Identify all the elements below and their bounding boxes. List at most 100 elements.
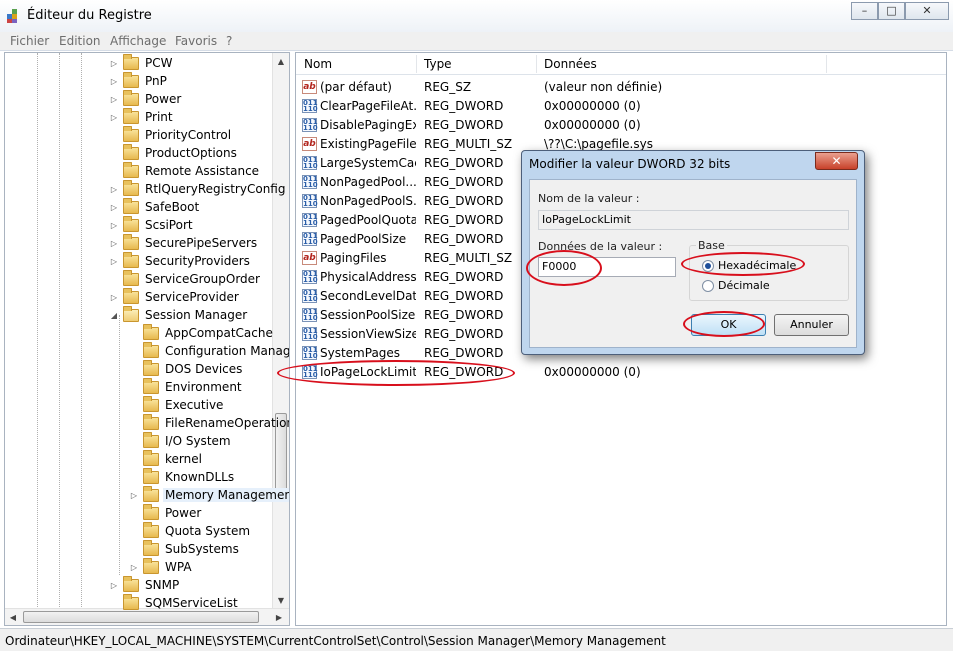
tree-item[interactable]: Environment <box>129 377 244 396</box>
tree-item[interactable]: DOS Devices <box>129 359 244 378</box>
expand-arrow-icon[interactable]: ▷ <box>129 491 139 500</box>
folder-icon <box>143 449 159 466</box>
tree-item[interactable]: PriorityControl <box>109 125 233 144</box>
menu-favoris[interactable]: Favoris <box>175 34 217 48</box>
value-name: NonPagedPoolS... <box>320 194 416 208</box>
expand-arrow-icon[interactable]: ▷ <box>109 221 119 230</box>
registry-value-row[interactable]: 011 110 ClearPageFileAt... REG_DWORD 0x0000… <box>296 97 946 116</box>
registry-value-row[interactable]: ab (par défaut) REG_SZ (valeur non définie) <box>296 78 946 97</box>
registry-tree[interactable]: ▲ ▼ ◀ ▶ ▷ PCW ▷ PnP ▷ Power ▷ Print PriorityCont… <box>4 52 290 626</box>
tree-item[interactable]: ▷ RtlQueryRegistryConfig <box>109 179 287 198</box>
menu-fichier[interactable]: Fichier <box>10 34 49 48</box>
value-name: LargeSystemCac... <box>320 156 416 170</box>
value-type: REG_DWORD <box>424 118 504 132</box>
expand-arrow-icon[interactable]: ▷ <box>109 257 119 266</box>
tree-item-label: ServiceGroupOrder <box>145 272 260 286</box>
tree-item[interactable]: ▷ Power <box>109 89 183 108</box>
expand-arrow-icon[interactable]: ▷ <box>109 95 119 104</box>
annotation-ellipse-ok <box>683 311 765 337</box>
folder-icon <box>143 539 159 556</box>
radio-decimal[interactable]: Décimale <box>702 279 770 292</box>
menu-help[interactable]: ? <box>226 34 232 48</box>
value-name: PhysicalAddress... <box>320 270 416 284</box>
expand-arrow-icon[interactable]: ▷ <box>109 113 119 122</box>
expand-arrow-icon[interactable]: ▷ <box>129 563 139 572</box>
tree-item[interactable]: ◢ Session Manager <box>109 305 249 324</box>
tree-item[interactable]: Executive <box>129 395 225 414</box>
annotation-ellipse-data <box>526 250 602 286</box>
scroll-left-icon[interactable]: ◀ <box>5 609 21 625</box>
registry-path: Ordinateur\HKEY_LOCAL_MACHINE\SYSTEM\Cur… <box>5 634 666 648</box>
folder-icon <box>123 161 139 178</box>
tree-item-label: DOS Devices <box>165 362 243 376</box>
tree-item[interactable]: KnownDLLs <box>129 467 236 486</box>
registry-value-row[interactable]: 011 110DisablePagingEx... REG_DWORD 0x0000… <box>296 116 946 135</box>
expand-arrow-icon[interactable]: ◢ <box>109 311 119 320</box>
value-type: REG_DWORD <box>424 289 504 303</box>
expand-arrow-icon[interactable]: ▷ <box>109 581 119 590</box>
expand-arrow-icon[interactable]: ▷ <box>109 293 119 302</box>
tree-item-label: ProductOptions <box>145 146 237 160</box>
menu-affichage[interactable]: Affichage <box>110 34 166 48</box>
value-name: ClearPageFileAt... <box>320 99 416 113</box>
expand-arrow-icon[interactable]: ▷ <box>109 203 119 212</box>
tree-item[interactable]: ▷ ServiceProvider <box>109 287 241 306</box>
tree-item[interactable]: ▷ Memory Managemen <box>129 485 289 504</box>
tree-item[interactable]: ProductOptions <box>109 143 239 162</box>
tree-hscroll-thumb[interactable] <box>23 611 259 623</box>
tree-item[interactable]: ▷ PnP <box>109 71 169 90</box>
binary-value-icon: 011 110 <box>302 118 318 132</box>
tree-item[interactable]: Power <box>129 503 203 522</box>
tree-item[interactable]: SubSystems <box>129 539 241 558</box>
folder-icon <box>143 359 159 376</box>
tree-item-label: kernel <box>165 452 202 466</box>
tree-item[interactable]: ▷ PCW <box>109 53 174 72</box>
maximize-button[interactable]: □ <box>878 2 905 20</box>
scroll-down-icon[interactable]: ▼ <box>273 592 289 609</box>
value-type: REG_SZ <box>424 80 472 94</box>
tree-item[interactable]: SQMServiceList <box>109 593 240 612</box>
folder-icon <box>123 269 139 286</box>
folder-icon <box>123 593 139 610</box>
expand-arrow-icon[interactable]: ▷ <box>109 77 119 86</box>
column-header-donnees[interactable]: Données <box>544 57 597 71</box>
tree-item[interactable]: Quota System <box>129 521 252 540</box>
tree-item[interactable]: kernel <box>129 449 204 468</box>
tree-item-label: Environment <box>165 380 242 394</box>
tree-item[interactable]: FileRenameOperation <box>129 413 289 432</box>
dialog-close-button[interactable]: ✕ <box>815 152 858 170</box>
tree-item-label: SecurityProviders <box>145 254 250 268</box>
binary-value-icon: 011 110 <box>302 213 318 227</box>
tree-item-label: Power <box>165 506 202 520</box>
tree-guide-line <box>59 53 60 609</box>
minimize-button[interactable]: – <box>851 2 878 20</box>
value-type: REG_DWORD <box>424 213 504 227</box>
tree-item[interactable]: AppCompatCache <box>129 323 275 342</box>
column-header-nom[interactable]: Nom <box>304 57 332 71</box>
folder-icon <box>123 89 139 106</box>
scroll-up-icon[interactable]: ▲ <box>273 53 289 70</box>
tree-item[interactable]: ▷ SecurePipeServers <box>109 233 259 252</box>
tree-item[interactable]: ▷ ScsiPort <box>109 215 195 234</box>
value-name: NonPagedPool... <box>320 175 416 189</box>
expand-arrow-icon[interactable]: ▷ <box>109 59 119 68</box>
tree-item[interactable]: ▷ WPA <box>129 557 194 576</box>
folder-icon <box>123 71 139 88</box>
scroll-right-icon[interactable]: ▶ <box>271 609 287 625</box>
close-window-button[interactable]: ✕ <box>905 2 949 20</box>
tree-item[interactable]: I/O System <box>129 431 233 450</box>
column-header-type[interactable]: Type <box>424 57 452 71</box>
tree-item[interactable]: ▷ SafeBoot <box>109 197 201 216</box>
tree-item[interactable]: ▷ Print <box>109 107 175 126</box>
menu-edition[interactable]: Edition <box>59 34 101 48</box>
expand-arrow-icon[interactable]: ▷ <box>109 239 119 248</box>
tree-item[interactable]: ▷ SNMP <box>109 575 181 594</box>
tree-item-label: ScsiPort <box>145 218 193 232</box>
tree-item[interactable]: ServiceGroupOrder <box>109 269 262 288</box>
tree-item[interactable]: ▷ SecurityProviders <box>109 251 252 270</box>
cancel-button[interactable]: Annuler <box>774 314 849 336</box>
radio-unselected-icon[interactable] <box>702 279 714 292</box>
expand-arrow-icon[interactable]: ▷ <box>109 185 119 194</box>
tree-item[interactable]: Remote Assistance <box>109 161 261 180</box>
tree-item[interactable]: Configuration Manag <box>129 341 289 360</box>
